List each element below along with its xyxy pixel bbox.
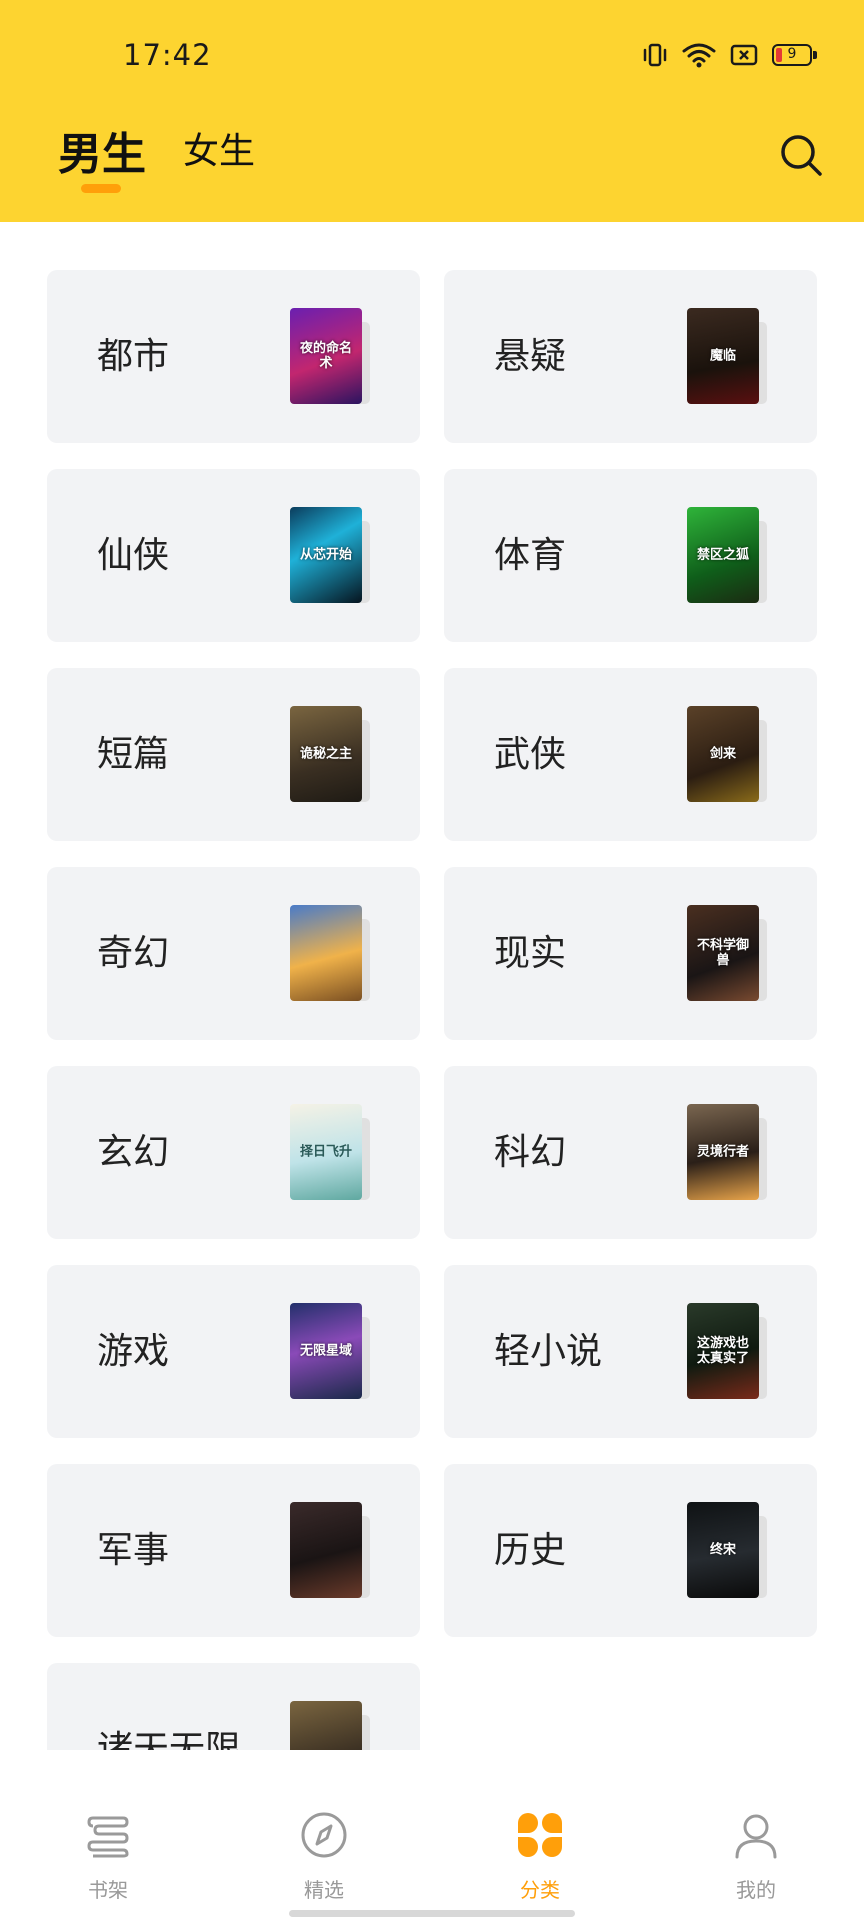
cover-stack: 诡秘之主: [290, 706, 370, 802]
category-label: 历史: [494, 1530, 567, 1571]
cover-stack: 禁区之狐: [687, 507, 767, 603]
category-card-qihuan[interactable]: 奇幻: [47, 867, 420, 1040]
category-card-tiyu[interactable]: 体育 禁区之狐: [444, 469, 817, 642]
home-indicator[interactable]: [289, 1910, 575, 1917]
top-header: 17:42 9 男生 女生: [0, 0, 864, 222]
nav-item-featured[interactable]: 精选: [216, 1750, 432, 1920]
book-cover: 灵境行者: [687, 1104, 759, 1200]
battery-icon: 9: [772, 44, 817, 66]
cover-stack: 这游戏也太真实了: [687, 1303, 767, 1399]
book-cover: [290, 1701, 362, 1750]
bottom-nav: 书架 精选 分类 我的: [0, 1750, 864, 1920]
sim-error-icon: [730, 44, 758, 66]
cover-title: 终宋: [709, 1542, 736, 1558]
book-cover: 这游戏也太真实了: [687, 1303, 759, 1399]
cover-title: 禁区之狐: [696, 547, 749, 563]
category-card-wuxia[interactable]: 武侠 剑来: [444, 668, 817, 841]
cover-title: 灵境行者: [696, 1144, 749, 1160]
cover-stack: 灵境行者: [687, 1104, 767, 1200]
cover-stack: 无限星域: [290, 1303, 370, 1399]
status-time: 17:42: [123, 38, 212, 72]
category-card-zhutian[interactable]: 诸天无限: [47, 1663, 420, 1750]
category-label: 军事: [97, 1530, 170, 1571]
bookshelf-icon: [87, 1816, 129, 1858]
cover-title: 从芯开始: [299, 547, 352, 563]
category-card-junshi[interactable]: 军事: [47, 1464, 420, 1637]
battery-level: 9: [787, 46, 797, 62]
nav-label: 精选: [304, 1878, 344, 1902]
category-label: 奇幻: [97, 933, 170, 974]
nav-item-me[interactable]: 我的: [648, 1750, 864, 1920]
category-label: 轻小说: [494, 1331, 603, 1372]
cover-stack: [290, 1502, 370, 1598]
cover-title: 不科学御兽: [696, 938, 749, 968]
tab-female[interactable]: 女生: [183, 122, 255, 174]
cover-title: 这游戏也太真实了: [696, 1336, 749, 1366]
category-label: 现实: [494, 933, 567, 974]
category-icon: [518, 1813, 562, 1857]
category-card-qingxiaoshuo[interactable]: 轻小说 这游戏也太真实了: [444, 1265, 817, 1438]
wifi-icon: [682, 43, 716, 68]
book-cover: 夜的命名术: [290, 308, 362, 404]
book-cover: [290, 905, 362, 1001]
category-label: 武侠: [494, 734, 567, 775]
book-cover: 无限星域: [290, 1303, 362, 1399]
book-cover: 终宋: [687, 1502, 759, 1598]
book-cover: 从芯开始: [290, 507, 362, 603]
cover-stack: 终宋: [687, 1502, 767, 1598]
cover-stack: 择日飞升: [290, 1104, 370, 1200]
cover-stack: 从芯开始: [290, 507, 370, 603]
cover-stack: 剑来: [687, 706, 767, 802]
nav-label: 我的: [736, 1878, 776, 1902]
book-cover: 禁区之狐: [687, 507, 759, 603]
user-icon: [735, 1814, 777, 1859]
book-cover: 不科学御兽: [687, 905, 759, 1001]
cover-title: 择日飞升: [299, 1144, 352, 1160]
cover-stack: 魔临: [687, 308, 767, 404]
status-icons: 9: [642, 40, 817, 70]
category-label: 悬疑: [494, 336, 567, 377]
category-card-xianxia[interactable]: 仙侠 从芯开始: [47, 469, 420, 642]
cover-title: 无限星域: [299, 1343, 352, 1359]
compass-icon: [301, 1812, 347, 1858]
vibrate-icon: [643, 43, 667, 67]
category-card-dushi[interactable]: 都市 夜的命名术: [47, 270, 420, 443]
nav-item-category[interactable]: 分类: [432, 1750, 648, 1920]
book-cover: [290, 1502, 362, 1598]
category-label: 短篇: [97, 734, 170, 775]
cover-stack: [290, 905, 370, 1001]
category-card-xuanhuan[interactable]: 玄幻 择日飞升: [47, 1066, 420, 1239]
active-tab-indicator: [81, 184, 121, 193]
category-label: 体育: [494, 535, 567, 576]
book-cover: 剑来: [687, 706, 759, 802]
cover-title: 魔临: [709, 348, 736, 364]
category-grid: 都市 夜的命名术 悬疑 魔临 仙侠 从芯开始 体育 禁区之狐 短篇 诡秘之主 武…: [47, 270, 817, 1750]
category-label: 都市: [97, 336, 170, 377]
cover-stack: [290, 1701, 370, 1750]
category-label: 游戏: [97, 1331, 170, 1372]
cover-stack: 夜的命名术: [290, 308, 370, 404]
category-label: 仙侠: [97, 535, 170, 576]
cover-stack: 不科学御兽: [687, 905, 767, 1001]
nav-label: 分类: [520, 1878, 560, 1902]
book-cover: 诡秘之主: [290, 706, 362, 802]
tab-male[interactable]: 男生: [58, 118, 146, 182]
category-card-xuanyi[interactable]: 悬疑 魔临: [444, 270, 817, 443]
book-cover: 魔临: [687, 308, 759, 404]
category-label: 玄幻: [97, 1132, 170, 1173]
cover-title: 诡秘之主: [299, 746, 352, 762]
category-card-youxi[interactable]: 游戏 无限星域: [47, 1265, 420, 1438]
category-card-xianshi[interactable]: 现实 不科学御兽: [444, 867, 817, 1040]
nav-label: 书架: [88, 1878, 128, 1902]
category-card-duanpian[interactable]: 短篇 诡秘之主: [47, 668, 420, 841]
category-card-lishi[interactable]: 历史 终宋: [444, 1464, 817, 1637]
search-icon[interactable]: [778, 132, 824, 178]
cover-title: 夜的命名术: [299, 341, 352, 371]
category-label: 诸天无限: [97, 1729, 242, 1750]
category-card-kehuan[interactable]: 科幻 灵境行者: [444, 1066, 817, 1239]
book-cover: 择日飞升: [290, 1104, 362, 1200]
nav-item-bookshelf[interactable]: 书架: [0, 1750, 216, 1920]
category-label: 科幻: [494, 1132, 567, 1173]
cover-title: 剑来: [709, 746, 736, 762]
